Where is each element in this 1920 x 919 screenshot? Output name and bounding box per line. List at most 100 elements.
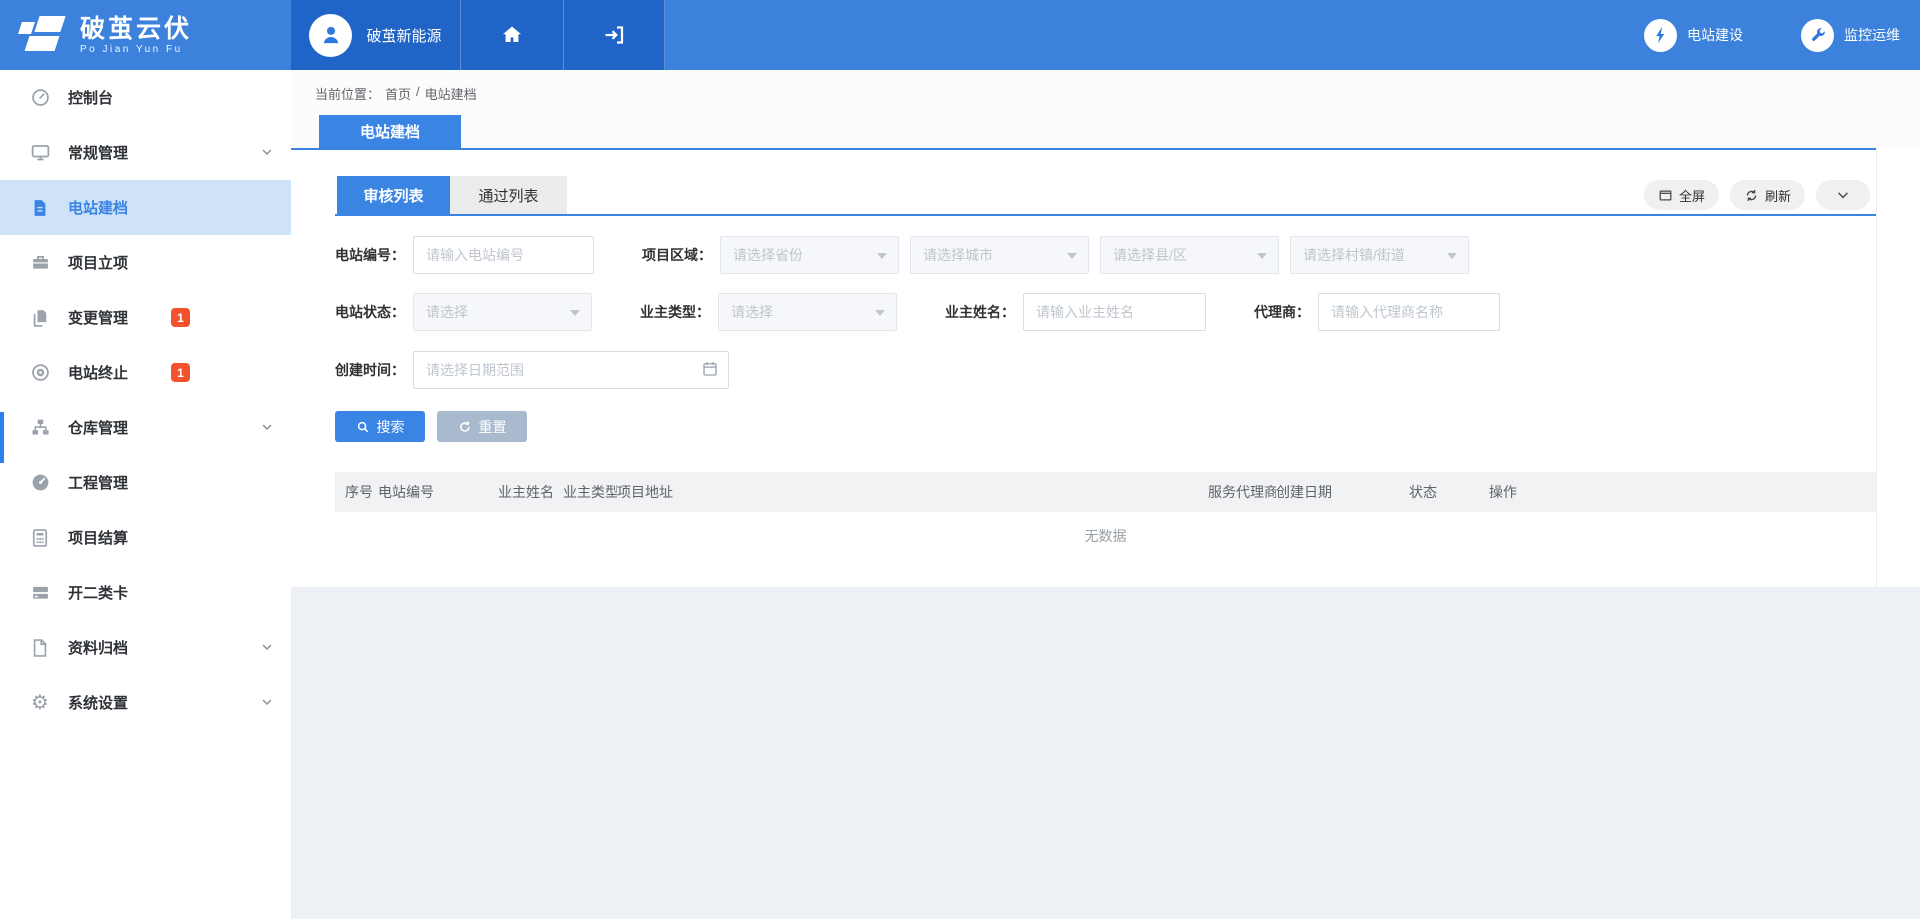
calendar-icon (701, 360, 719, 378)
fullscreen-label: 全屏 (1679, 186, 1705, 205)
chevron-down-icon (1836, 188, 1850, 202)
home-button[interactable] (461, 0, 564, 70)
page-tab-station-filing[interactable]: 电站建档 (319, 115, 461, 148)
list-tabs: 审核列表 通过列表 (337, 176, 567, 214)
copy-pages-icon (29, 307, 51, 329)
wrench-icon (1801, 19, 1834, 52)
briefcase-icon (29, 252, 51, 274)
nav-station-build[interactable]: 电站建设 (1644, 19, 1743, 52)
page-header: 当前位置： 首页 / 电站建档 电站建档 (291, 70, 1920, 150)
reset-button[interactable]: 重置 (437, 411, 527, 442)
brand-subtitle: Po Jian Yun Fu (80, 44, 192, 55)
breadcrumb-current: 电站建档 (425, 84, 477, 103)
sidebar-item-project-settlement[interactable]: 项目结算 (0, 510, 291, 565)
logout-icon (602, 23, 626, 47)
gear-icon: ⚙ (29, 692, 51, 714)
panel-actions: 全屏 刷新 (1633, 180, 1870, 210)
main-content: 当前位置： 首页 / 电站建档 电站建档 审核列表 通过列表 全屏 (291, 70, 1920, 919)
notification-badge: 1 (171, 363, 190, 382)
date-range-input[interactable] (413, 351, 729, 389)
village-placeholder: 请选择村镇/街道 (1303, 245, 1405, 265)
refresh-label: 刷新 (1765, 186, 1791, 205)
filter-row-1: 电站编号： 项目区域： 请选择省份 请选择城市 请选择县/区 请选择村镇/街道 (335, 236, 1469, 274)
status-placeholder: 请选择 (426, 302, 468, 322)
station-status-select[interactable]: 请选择 (413, 293, 592, 331)
sidebar-item-change-mgmt[interactable]: 变更管理 1 (0, 290, 291, 345)
nav-monitor-ops[interactable]: 监控运维 (1801, 19, 1900, 52)
sidebar-item-station-filing[interactable]: 电站建档 (0, 180, 291, 235)
tab-passed-list[interactable]: 通过列表 (450, 176, 567, 214)
station-no-input[interactable] (413, 236, 594, 274)
village-select[interactable]: 请选择村镇/街道 (1290, 236, 1469, 274)
nav-station-build-label: 电站建设 (1687, 25, 1743, 45)
filter-buttons: 搜索 重置 (335, 411, 527, 442)
col-owner-type: 业主类型 (563, 482, 617, 502)
brand-title: 破茧云伏 (80, 16, 192, 42)
gauge-icon (29, 87, 51, 109)
record-circle-icon (29, 362, 51, 384)
agent-input[interactable] (1318, 293, 1500, 331)
panel-right-divider (1876, 150, 1877, 587)
user-menu[interactable]: 破茧新能源 (291, 0, 461, 70)
sidebar-item-engineering-mgmt[interactable]: 工程管理 (0, 455, 291, 510)
refresh-button[interactable]: 刷新 (1730, 180, 1805, 210)
county-select[interactable]: 请选择县/区 (1100, 236, 1279, 274)
select-caret-icon (570, 310, 580, 316)
region-label: 项目区域： (642, 245, 712, 265)
sidebar-item-warehouse-mgmt[interactable]: 仓库管理 (0, 400, 291, 455)
owner-name-input[interactable] (1023, 293, 1206, 331)
fullscreen-button[interactable]: 全屏 (1644, 180, 1719, 210)
sidebar-item-open-class2-card[interactable]: 开二类卡 (0, 565, 291, 620)
search-button[interactable]: 搜索 (335, 411, 425, 442)
sidebar-item-station-termination[interactable]: 电站终止 1 (0, 345, 291, 400)
document-icon (29, 197, 51, 219)
lightning-icon (1644, 19, 1677, 52)
breadcrumb-home-link[interactable]: 首页 (385, 84, 411, 103)
sidebar-item-label: 项目结算 (68, 527, 128, 548)
col-service-agent: 服务代理商 (1208, 482, 1276, 502)
sidebar-item-label: 资料归档 (68, 637, 128, 658)
col-station-no: 电站编号 (378, 482, 498, 502)
breadcrumb-prefix: 当前位置： (315, 84, 380, 103)
sidebar-scrollbar[interactable] (0, 412, 4, 463)
tabs-accent-line (335, 214, 1876, 216)
sidebar-item-label: 电站建档 (68, 197, 128, 218)
table-header: 序号 电站编号 业主姓名 业主类型 项目地址 服务代理商 创建日期 状态 操作 (335, 472, 1876, 512)
sidebar-item-label: 控制台 (68, 87, 113, 108)
col-index: 序号 (345, 482, 378, 502)
brand-logo: 破茧云伏 Po Jian Yun Fu (0, 0, 291, 70)
collapse-toggle-button[interactable] (1816, 180, 1870, 210)
owner-type-select[interactable]: 请选择 (718, 293, 897, 331)
sidebar-item-label: 仓库管理 (68, 417, 128, 438)
tab-review-list[interactable]: 审核列表 (337, 176, 450, 214)
top-bar: 破茧云伏 Po Jian Yun Fu 破茧新能源 电站建设 (0, 0, 1920, 70)
search-label: 搜索 (377, 417, 405, 437)
company-name: 破茧新能源 (366, 25, 441, 46)
owner-name-label: 业主姓名： (945, 302, 1015, 322)
city-select[interactable]: 请选择城市 (910, 236, 1089, 274)
chevron-down-icon (261, 146, 273, 158)
station-status-label: 电站状态： (335, 302, 405, 322)
filter-row-3: 创建时间： (335, 351, 729, 389)
sidebar: 控制台 常规管理 电站建档 项目立项 变更管理 1 电站终止 1 (0, 70, 291, 919)
col-create-date: 创建日期 (1276, 482, 1409, 502)
sidebar-item-general-mgmt[interactable]: 常规管理 (0, 125, 291, 180)
create-time-label: 创建时间： (335, 360, 405, 380)
chevron-down-icon (261, 641, 273, 653)
sidebar-item-data-archive[interactable]: 资料归档 (0, 620, 291, 675)
sidebar-item-dashboard[interactable]: 控制台 (0, 70, 291, 125)
notification-badge: 1 (171, 308, 190, 327)
search-icon (356, 420, 370, 434)
sidebar-item-project-initiation[interactable]: 项目立项 (0, 235, 291, 290)
col-project-address: 项目地址 (617, 482, 1208, 502)
owner-type-label: 业主类型： (640, 302, 710, 322)
chevron-down-icon (261, 421, 273, 433)
user-avatar-icon (309, 14, 352, 57)
province-select[interactable]: 请选择省份 (720, 236, 899, 274)
col-owner-name: 业主姓名 (498, 482, 563, 502)
sidebar-item-label: 系统设置 (68, 692, 128, 713)
sidebar-item-system-settings[interactable]: ⚙ 系统设置 (0, 675, 291, 730)
table-empty-state: 无数据 (335, 512, 1876, 560)
logout-button[interactable] (564, 0, 665, 70)
brand-logo-icon (18, 16, 66, 54)
